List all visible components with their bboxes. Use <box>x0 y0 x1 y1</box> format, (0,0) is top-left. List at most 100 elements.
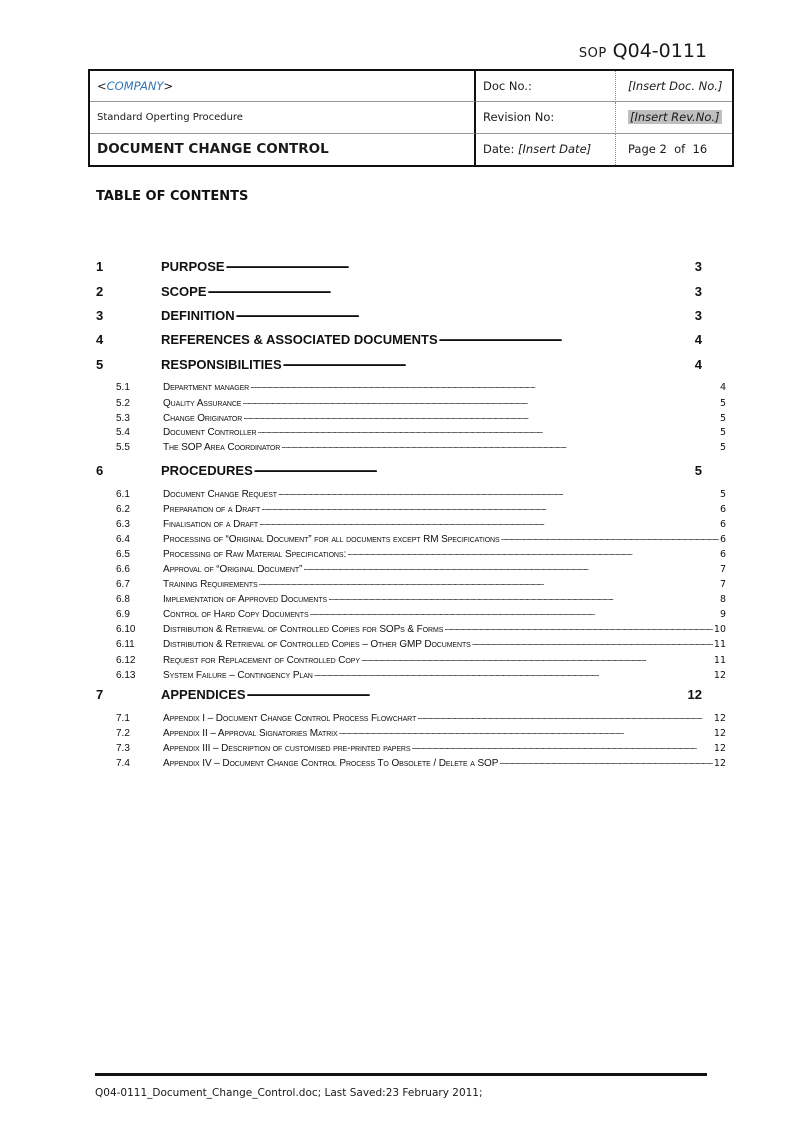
toc-page-number: 5 <box>719 489 726 500</box>
toc-page-number: 4 <box>694 357 702 372</box>
toc-dot-leader <box>226 258 694 271</box>
toc-title[interactable]: PURPOSE <box>161 259 225 274</box>
toc-page-number: 4 <box>694 332 702 347</box>
toc-title[interactable]: SCOPE <box>161 284 207 299</box>
toc-entry-subsection[interactable]: 6.2 Preparation of a Draft 6 <box>96 503 726 515</box>
toc-title[interactable]: System Failure – Contingency Plan <box>163 670 313 681</box>
doc-no-label: Doc No.: <box>476 71 616 103</box>
toc-page-number: 12 <box>713 728 726 739</box>
toc-title[interactable]: The SOP Area Coordinator <box>163 442 280 453</box>
toc-dot-leader <box>303 563 719 572</box>
toc-page-number: 5 <box>719 427 726 438</box>
toc-title[interactable]: Preparation of a Draft <box>163 504 260 515</box>
toc-entry-subsection[interactable]: 7.2 Appendix II – Approval Signatories Ma… <box>96 727 726 739</box>
toc-number: 7 <box>96 687 104 702</box>
toc-page-number: 6 <box>719 549 726 560</box>
toc-number: 7.2 <box>116 728 130 739</box>
toc-entry-subsection[interactable]: 6.1 Document Change Request 5 <box>96 488 726 500</box>
toc-title[interactable]: DEFINITION <box>161 308 235 323</box>
sop-code: SOP Q04-0111 <box>579 40 707 62</box>
toc-dot-leader <box>283 356 694 369</box>
toc-title[interactable]: RESPONSIBILITIES <box>161 357 282 372</box>
toc-entry-subsection[interactable]: 6.7 Training Requirements 7 <box>96 578 726 590</box>
toc-entry-subsection[interactable]: 6.3 Finalisation of a Draft 6 <box>96 518 726 530</box>
toc-title[interactable]: Approval of “Original Document” <box>163 564 302 575</box>
toc-entry-section[interactable]: 1 PURPOSE 3 <box>96 258 702 274</box>
toc-entry-subsection[interactable]: 7.4 Appendix IV – Document Change Control… <box>96 757 726 769</box>
toc-entry-section[interactable]: 3 DEFINITION 3 <box>96 307 702 323</box>
toc-title[interactable]: Distribution & Retrieval of Controlled C… <box>163 624 443 635</box>
toc-entry-subsection[interactable]: 6.13 System Failure – Contingency Plan 12 <box>96 669 726 681</box>
toc-number: 6.3 <box>116 519 130 530</box>
toc-entry-subsection[interactable]: 7.1 Appendix I – Document Change Control … <box>96 712 726 724</box>
toc-entry-section[interactable]: 5 RESPONSIBILITIES 4 <box>96 356 702 372</box>
toc-entry-section[interactable]: 6 PROCEDURES 5 <box>96 462 702 478</box>
company-name: COMPANY <box>106 79 164 94</box>
toc-title[interactable]: Control of Hard Copy Documents <box>163 609 309 620</box>
toc-number: 2 <box>96 284 104 299</box>
toc-entry-subsection[interactable]: 6.4 Processing of “Original Document” for… <box>96 533 726 545</box>
toc-title[interactable]: Document Controller <box>163 427 257 438</box>
toc-title[interactable]: PROCEDURES <box>161 463 253 478</box>
toc-title[interactable]: Finalisation of a Draft <box>163 519 258 530</box>
toc-title[interactable]: Processing of “Original Document” for al… <box>163 534 500 545</box>
toc-dot-leader <box>259 578 719 587</box>
toc-title[interactable]: Appendix III – Description of customised… <box>163 743 411 754</box>
sop-number: Q04-0111 <box>612 40 707 62</box>
toc-entry-subsection[interactable]: 6.12 Request for Replacement of Controlle… <box>96 654 726 666</box>
toc-entry-subsection[interactable]: 7.3 Appendix III – Description of customi… <box>96 742 726 754</box>
toc-page-number: 7 <box>719 564 726 575</box>
toc-dot-leader <box>310 608 719 617</box>
toc-entry-section[interactable]: 4 REFERENCES & ASSOCIATED DOCUMENTS 4 <box>96 331 702 347</box>
toc-title[interactable]: APPENDICES <box>161 687 246 702</box>
toc-page-number: 12 <box>713 713 726 724</box>
toc-entry-subsection[interactable]: 6.6 Approval of “Original Document” 7 <box>96 563 726 575</box>
toc-title[interactable]: Distribution & Retrieval of Controlled C… <box>163 639 471 650</box>
toc-title[interactable]: Training Requirements <box>163 579 258 590</box>
toc-page-number: 7 <box>719 579 726 590</box>
toc-entry-subsection[interactable]: 6.11 Distribution & Retrieval of Controll… <box>96 638 726 650</box>
page-number: Page 2 of 16 <box>628 142 708 157</box>
toc-dot-leader <box>247 686 687 699</box>
toc-title[interactable]: Department manager <box>163 382 249 393</box>
toc-page-number: 9 <box>719 609 726 620</box>
toc-title[interactable]: Processing of Raw Material Specification… <box>163 549 346 560</box>
toc-number: 6.5 <box>116 549 130 560</box>
toc-entry-subsection[interactable]: 5.1 Department manager 4 <box>96 381 726 393</box>
toc-title[interactable]: Appendix II – Approval Signatories Matri… <box>163 728 338 739</box>
toc-page-number: 8 <box>719 594 726 605</box>
toc-dot-leader <box>258 426 719 435</box>
toc-entry-subsection[interactable]: 6.8 Implementation of Approved Documents 8 <box>96 593 726 605</box>
toc-title[interactable]: Quality Assurance <box>163 398 241 409</box>
toc-entry-section[interactable]: 7 APPENDICES 12 <box>96 686 702 702</box>
toc-number: 6.7 <box>116 579 130 590</box>
toc-title[interactable]: Implementation of Approved Documents <box>163 594 327 605</box>
toc-dot-leader <box>444 623 713 632</box>
footer-rule <box>95 1073 707 1076</box>
toc-page-number: 12 <box>713 670 726 681</box>
toc-title[interactable]: REFERENCES & ASSOCIATED DOCUMENTS <box>161 332 438 347</box>
toc-page-number: 11 <box>713 639 726 650</box>
toc-title[interactable]: Appendix I – Document Change Control Pro… <box>163 713 416 724</box>
toc-title[interactable]: Change Originator <box>163 413 242 424</box>
toc-entry-subsection[interactable]: 6.5 Processing of Raw Material Specificat… <box>96 548 726 560</box>
toc-entry-subsection[interactable]: 5.5 The SOP Area Coordinator 5 <box>96 441 726 453</box>
toc-title[interactable]: Request for Replacement of Controlled Co… <box>163 655 360 666</box>
toc-entry-subsection[interactable]: 5.4 Document Controller 5 <box>96 426 726 438</box>
company-bracket-close: > <box>163 79 174 94</box>
toc-title[interactable]: Appendix IV – Document Change Control Pr… <box>163 758 498 769</box>
toc-page-number: 5 <box>719 398 726 409</box>
toc-number: 6 <box>96 463 104 478</box>
toc-entry-subsection[interactable]: 5.2 Quality Assurance 5 <box>96 397 726 409</box>
header-table: < COMPANY > Doc No.: [Insert Doc. No.] Sta… <box>88 69 734 167</box>
toc-entry-subsection[interactable]: 6.10 Distribution & Retrieval of Controll… <box>96 623 726 635</box>
footer-text: Q04-0111_Document_Change_Control.doc; La… <box>95 1087 483 1099</box>
toc-entry-section[interactable]: 2 SCOPE 3 <box>96 283 702 299</box>
toc-entry-subsection[interactable]: 6.9 Control of Hard Copy Documents 9 <box>96 608 726 620</box>
toc-dot-leader <box>347 548 719 557</box>
toc-page-number: 5 <box>694 463 702 478</box>
toc-page-number: 3 <box>694 259 702 274</box>
toc-title[interactable]: Document Change Request <box>163 489 277 500</box>
toc-entry-subsection[interactable]: 5.3 Change Originator 5 <box>96 412 726 424</box>
toc-number: 6.2 <box>116 504 130 515</box>
